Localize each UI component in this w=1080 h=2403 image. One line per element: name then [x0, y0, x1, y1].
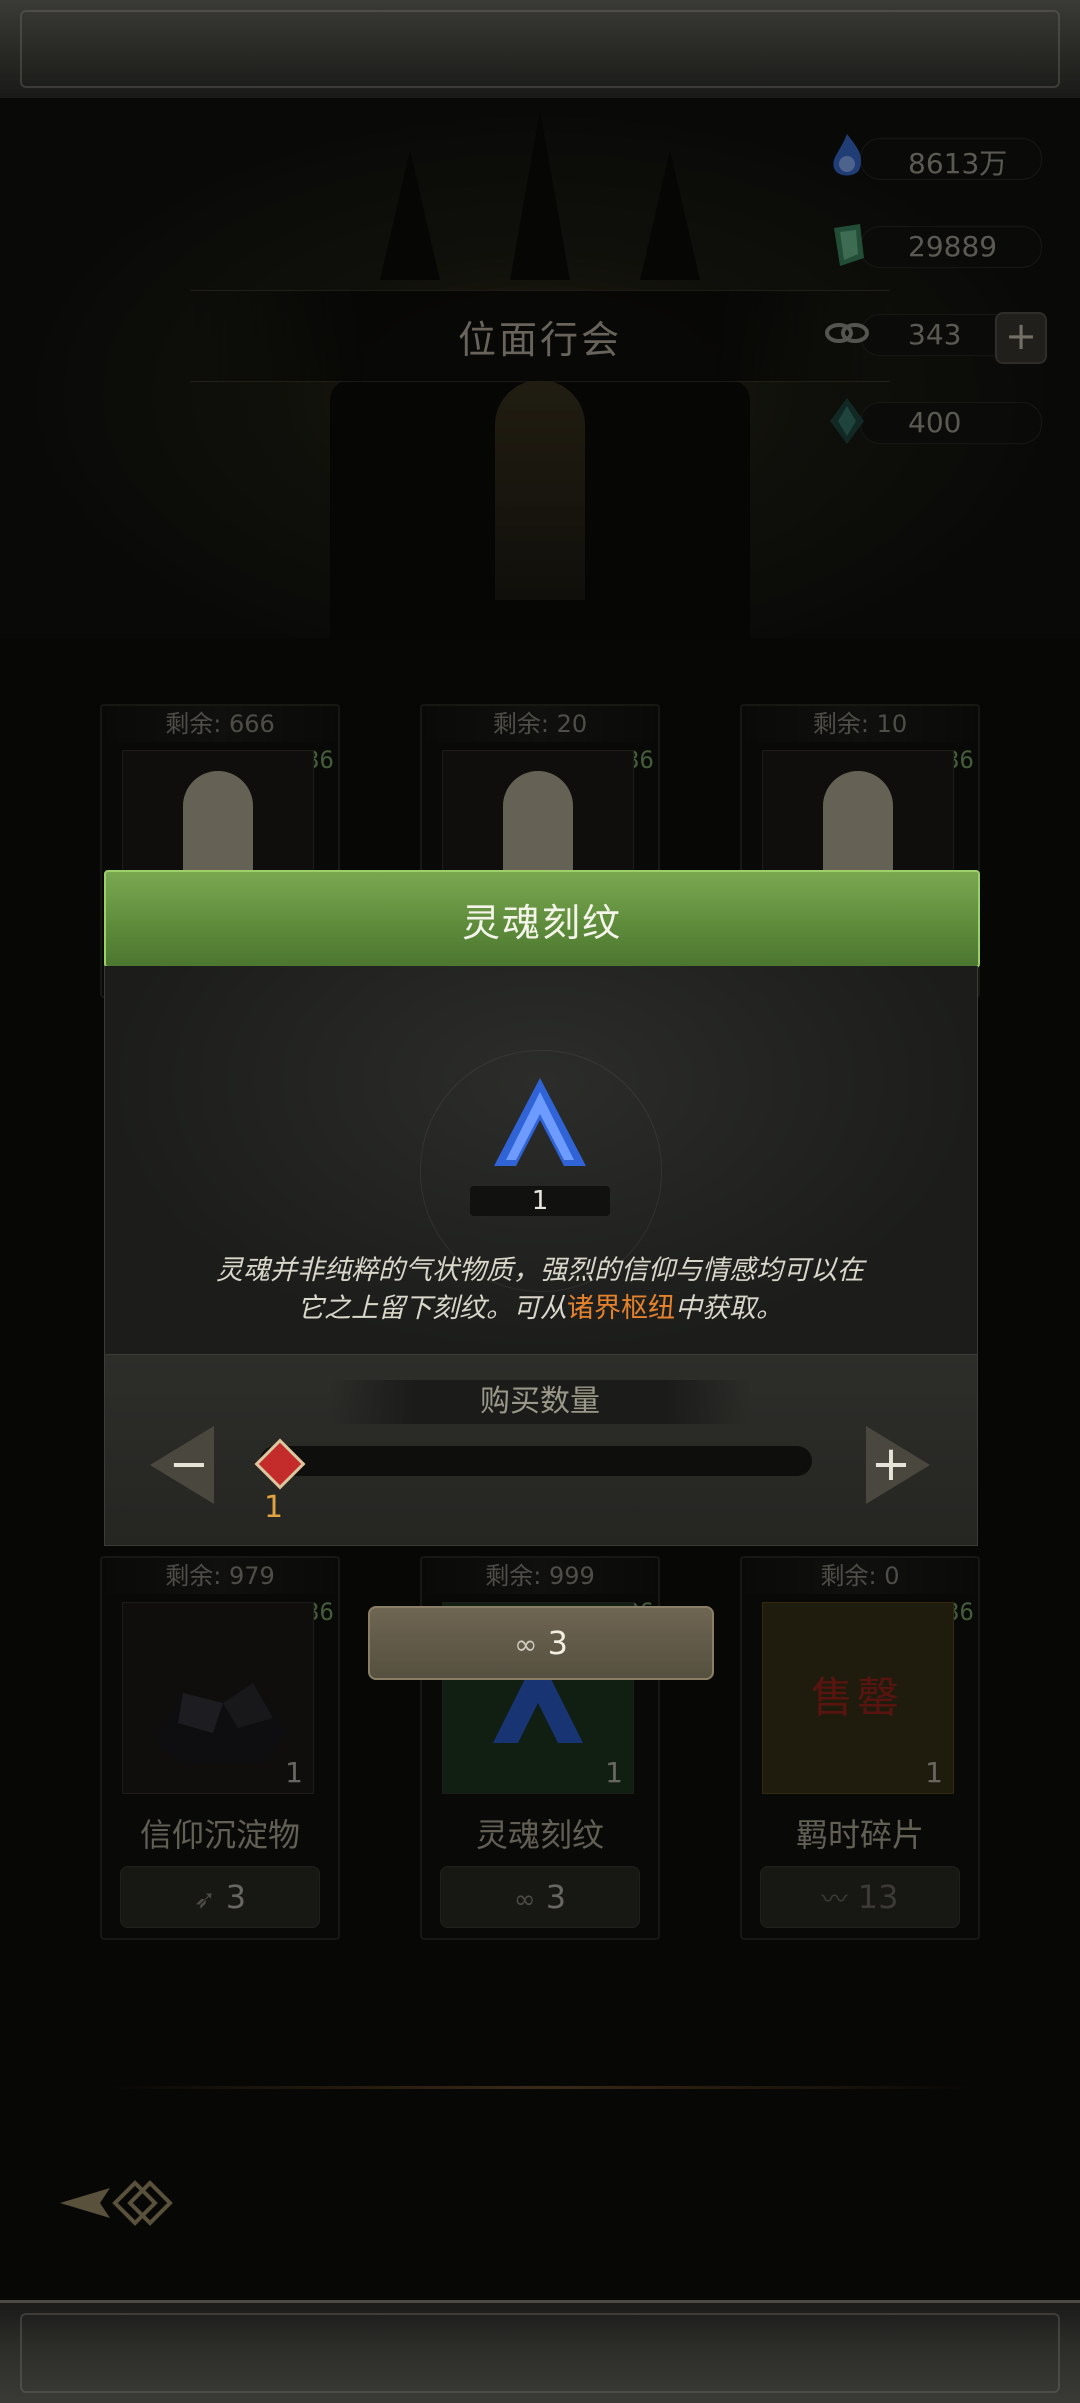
description-line-3: 中获取。 — [675, 1293, 783, 1324]
decrease-button[interactable]: − — [144, 1420, 234, 1510]
chain-link-icon: ∞ — [514, 1628, 538, 1661]
plus-icon: + — [870, 1436, 912, 1492]
item-description: 灵魂并非纯粹的气状物质，强烈的信仰与情感均可以在 它之上留下刻纹。可从诸界枢纽中… — [150, 1252, 930, 1328]
source-link[interactable]: 诸界枢纽 — [567, 1293, 675, 1324]
quantity-label: 购买数量 — [330, 1380, 750, 1424]
increase-button[interactable]: + — [846, 1420, 936, 1510]
item-count: 1 — [470, 1186, 610, 1216]
soul-rune-icon — [494, 1078, 586, 1166]
quantity-slider[interactable] — [260, 1446, 812, 1476]
bottom-frame — [0, 2300, 1080, 2403]
minus-icon: − — [168, 1436, 210, 1492]
modal-title: 灵魂刻纹 — [104, 870, 980, 968]
description-line-1: 灵魂并非纯粹的气状物质，强烈的信仰与情感均可以在 — [216, 1255, 864, 1286]
top-frame — [0, 0, 1080, 101]
purchase-price: 3 — [547, 1624, 568, 1662]
purchase-price-button[interactable]: ∞ 3 — [368, 1606, 714, 1680]
description-line-2: 它之上留下刻纹。可从 — [297, 1293, 567, 1324]
quantity-value: 1 — [264, 1490, 284, 1525]
